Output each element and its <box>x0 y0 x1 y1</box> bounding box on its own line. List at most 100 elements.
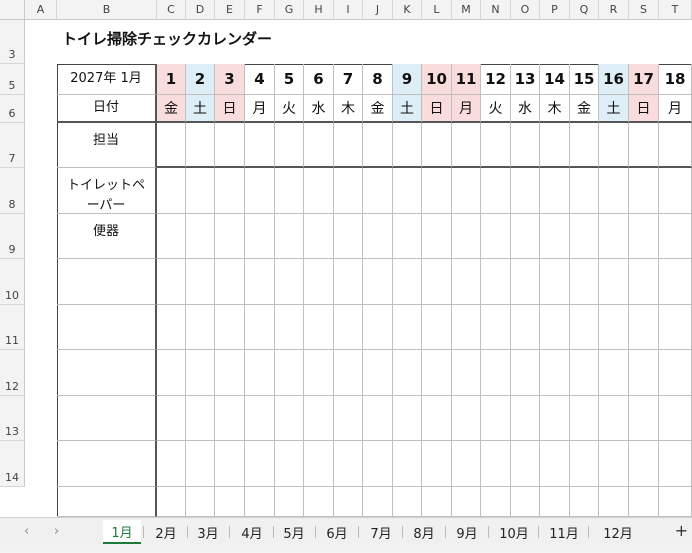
check-cell[interactable] <box>481 441 511 487</box>
check-cell[interactable] <box>186 441 215 487</box>
check-cell[interactable] <box>540 487 570 517</box>
day-number-cell[interactable]: 7 <box>334 64 363 95</box>
sheet-tab-2[interactable]: 2月 <box>147 520 185 544</box>
check-cell[interactable] <box>304 214 334 259</box>
check-cell[interactable] <box>540 305 570 350</box>
check-cell[interactable] <box>452 396 481 441</box>
next-sheet-arrow-icon[interactable]: › <box>54 524 59 539</box>
prev-sheet-arrow-icon[interactable]: ‹ <box>24 524 29 539</box>
day-number-cell[interactable]: 2 <box>186 64 215 95</box>
check-cell[interactable] <box>452 487 481 517</box>
check-cell[interactable] <box>275 487 304 517</box>
check-cell[interactable] <box>275 441 304 487</box>
check-cell[interactable] <box>215 396 245 441</box>
check-cell[interactable] <box>570 214 599 259</box>
check-cell[interactable] <box>422 396 452 441</box>
day-number-cell[interactable]: 5 <box>275 64 304 95</box>
day-number-cell[interactable]: 16 <box>599 64 629 95</box>
check-cell[interactable] <box>334 168 363 214</box>
check-cell[interactable] <box>422 168 452 214</box>
check-cell[interactable] <box>363 259 393 305</box>
check-cell[interactable] <box>511 396 540 441</box>
check-cell[interactable] <box>570 305 599 350</box>
column-header-g[interactable]: G <box>275 0 304 20</box>
check-cell[interactable] <box>422 487 452 517</box>
check-cell[interactable] <box>570 396 599 441</box>
check-cell[interactable] <box>275 305 304 350</box>
check-cell[interactable] <box>304 441 334 487</box>
check-cell[interactable] <box>452 259 481 305</box>
weekday-cell[interactable]: 火 <box>481 95 511 123</box>
check-cell[interactable] <box>481 123 511 168</box>
weekday-cell[interactable]: 日 <box>215 95 245 123</box>
check-cell[interactable] <box>570 487 599 517</box>
check-cell[interactable] <box>363 350 393 396</box>
day-number-cell[interactable]: 11 <box>452 64 481 95</box>
sheet-tab-3[interactable]: 3月 <box>189 520 227 544</box>
column-header-c[interactable]: C <box>157 0 186 20</box>
weekday-cell[interactable]: 月 <box>452 95 481 123</box>
day-number-cell[interactable]: 18 <box>659 64 692 95</box>
check-cell[interactable] <box>186 214 215 259</box>
check-cell[interactable] <box>452 441 481 487</box>
check-cell[interactable] <box>511 441 540 487</box>
check-cell[interactable] <box>157 396 186 441</box>
column-header-p[interactable]: P <box>540 0 570 20</box>
check-cell[interactable] <box>599 441 629 487</box>
check-cell[interactable] <box>422 441 452 487</box>
check-cell[interactable] <box>275 168 304 214</box>
check-cell[interactable] <box>659 168 692 214</box>
check-cell[interactable] <box>481 259 511 305</box>
check-cell[interactable] <box>275 396 304 441</box>
check-cell[interactable] <box>570 441 599 487</box>
check-cell[interactable] <box>215 441 245 487</box>
column-header-l[interactable]: L <box>422 0 452 20</box>
check-cell[interactable] <box>245 123 275 168</box>
day-number-cell[interactable]: 3 <box>215 64 245 95</box>
date-label[interactable]: 日付 <box>57 95 157 123</box>
check-cell[interactable] <box>393 487 422 517</box>
day-number-cell[interactable]: 9 <box>393 64 422 95</box>
column-header-i[interactable]: I <box>334 0 363 20</box>
check-cell[interactable] <box>215 487 245 517</box>
check-cell[interactable] <box>540 123 570 168</box>
check-cell[interactable] <box>304 259 334 305</box>
check-cell[interactable] <box>157 168 186 214</box>
check-cell[interactable] <box>452 350 481 396</box>
check-cell[interactable] <box>629 259 659 305</box>
column-header-m[interactable]: M <box>452 0 481 20</box>
check-cell[interactable] <box>511 487 540 517</box>
select-all-corner[interactable] <box>0 0 25 20</box>
column-header-b[interactable]: B <box>57 0 157 20</box>
check-cell[interactable] <box>629 441 659 487</box>
check-cell[interactable] <box>393 123 422 168</box>
check-cell[interactable] <box>304 487 334 517</box>
column-header-t[interactable]: T <box>659 0 692 20</box>
weekday-cell[interactable]: 月 <box>245 95 275 123</box>
check-cell[interactable] <box>481 214 511 259</box>
check-cell[interactable] <box>186 396 215 441</box>
row-label-cell[interactable] <box>57 487 157 517</box>
check-cell[interactable] <box>157 259 186 305</box>
check-cell[interactable] <box>186 123 215 168</box>
check-cell[interactable] <box>215 259 245 305</box>
check-cell[interactable] <box>511 259 540 305</box>
row-label-cell[interactable]: トイレットペーパー <box>57 168 157 214</box>
check-cell[interactable] <box>304 123 334 168</box>
check-cell[interactable] <box>511 214 540 259</box>
day-number-cell[interactable]: 17 <box>629 64 659 95</box>
weekday-cell[interactable]: 土 <box>599 95 629 123</box>
row-label-cell[interactable] <box>57 350 157 396</box>
row-header-6[interactable]: 6 <box>0 95 25 123</box>
day-number-cell[interactable]: 8 <box>363 64 393 95</box>
check-cell[interactable] <box>363 441 393 487</box>
check-cell[interactable] <box>245 350 275 396</box>
weekday-cell[interactable]: 水 <box>304 95 334 123</box>
check-cell[interactable] <box>393 168 422 214</box>
column-header-d[interactable]: D <box>186 0 215 20</box>
row-header-9[interactable]: 9 <box>0 214 25 259</box>
check-cell[interactable] <box>334 441 363 487</box>
check-cell[interactable] <box>393 259 422 305</box>
check-cell[interactable] <box>481 305 511 350</box>
weekday-cell[interactable]: 日 <box>629 95 659 123</box>
